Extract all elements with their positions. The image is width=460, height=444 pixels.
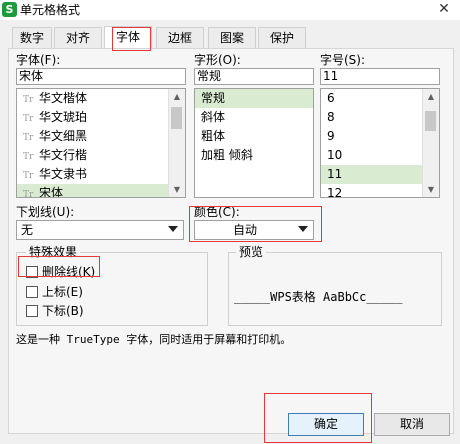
size-list[interactable]: 6 8 9 10 11 12 ▲ ▼: [320, 88, 440, 198]
ok-button[interactable]: 确定: [288, 413, 364, 436]
effects-title: 特殊效果: [26, 245, 81, 259]
style-input[interactable]: 常规: [194, 68, 314, 85]
underline-value: 无: [21, 223, 34, 237]
scroll-up-icon[interactable]: ▲: [169, 89, 185, 104]
scroll-down-icon[interactable]: ▼: [169, 182, 185, 197]
font-list-item[interactable]: Tr 华文行楷: [17, 146, 185, 165]
truetype-icon: Tr: [23, 190, 34, 198]
preview-sample: _____WPS表格 AaBbCc_____: [234, 290, 403, 304]
tab-alignment[interactable]: 对齐: [54, 27, 102, 49]
tab-pattern[interactable]: 图案: [208, 27, 256, 49]
font-list-item-selected[interactable]: Tr 宋体: [17, 184, 185, 198]
tab-number[interactable]: 数字: [12, 27, 52, 49]
font-list-item[interactable]: Tr 华文楷体: [17, 89, 185, 108]
tab-font[interactable]: 字体: [104, 26, 152, 50]
style-label: 字形(O):: [194, 53, 241, 67]
style-list[interactable]: 常规 斜体 粗体 加粗 倾斜: [194, 88, 314, 198]
strikethrough-label[interactable]: 删除线(K): [42, 265, 95, 279]
cancel-button[interactable]: 取消: [374, 413, 450, 436]
window-title: 单元格格式: [20, 3, 81, 17]
color-value: 自动: [233, 223, 258, 237]
font-list-item[interactable]: Tr 华文琥珀: [17, 108, 185, 127]
style-list-item[interactable]: 加粗 倾斜: [195, 146, 313, 165]
subscript-label[interactable]: 下标(B): [42, 304, 84, 318]
chevron-down-icon: [298, 226, 308, 232]
font-list-item[interactable]: Tr 华文细黑: [17, 127, 185, 146]
color-label: 颜色(C):: [194, 205, 240, 219]
font-list[interactable]: Tr 华文楷体 Tr 华文琥珀 Tr 华文细黑 Tr 华文行楷 Tr 华文隶书 Tr 宋体 …: [16, 88, 186, 198]
subscript-checkbox[interactable]: [26, 305, 38, 317]
color-dropdown[interactable]: 自动: [194, 220, 314, 240]
scroll-up-icon[interactable]: ▲: [423, 89, 439, 104]
font-list-item[interactable]: Tr 华文隶书: [17, 165, 185, 184]
font-list-scrollbar[interactable]: ▲ ▼: [168, 89, 185, 197]
style-list-item[interactable]: 斜体: [195, 108, 313, 127]
scroll-down-icon[interactable]: ▼: [423, 182, 439, 197]
scroll-thumb[interactable]: [425, 111, 436, 131]
underline-label: 下划线(U):: [16, 205, 75, 219]
tab-protection[interactable]: 保护: [258, 27, 306, 49]
superscript-checkbox[interactable]: [26, 286, 38, 298]
preview-title: 预览: [236, 245, 267, 259]
style-list-item[interactable]: 粗体: [195, 127, 313, 146]
tab-border[interactable]: 边框: [156, 27, 204, 49]
style-list-item-selected[interactable]: 常规: [195, 89, 313, 108]
wps-app-icon: S: [2, 2, 17, 17]
font-input[interactable]: 宋体: [16, 68, 186, 85]
scroll-thumb[interactable]: [171, 107, 182, 129]
font-label: 字体(F):: [16, 53, 61, 67]
size-label: 字号(S):: [320, 53, 366, 67]
chevron-down-icon: [168, 226, 178, 232]
close-icon[interactable]: ✕: [432, 0, 456, 18]
superscript-label[interactable]: 上标(E): [42, 285, 83, 299]
size-list-scrollbar[interactable]: ▲ ▼: [422, 89, 439, 197]
underline-dropdown[interactable]: 无: [16, 220, 184, 240]
font-description: 这是一种 TrueType 字体，同时适用于屏幕和打印机。: [16, 333, 292, 346]
strikethrough-checkbox[interactable]: [26, 266, 38, 278]
size-input[interactable]: 11: [320, 68, 440, 85]
